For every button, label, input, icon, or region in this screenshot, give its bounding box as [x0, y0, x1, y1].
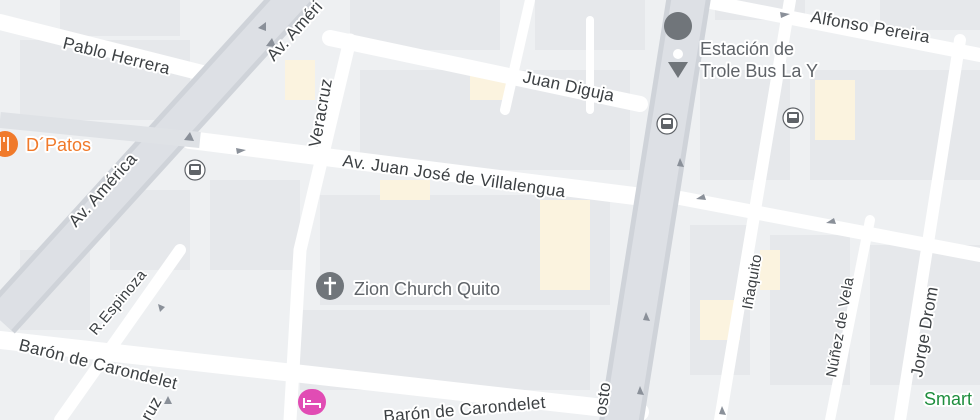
hotel-bed-icon	[298, 389, 326, 415]
poi-label-estacion-line1: Estación de	[700, 39, 794, 59]
map-canvas[interactable]: Pablo Herrera Av. Améri Av. América Vera…	[0, 0, 980, 420]
poi-label-smart[interactable]: Smart	[922, 387, 974, 411]
poi-hotel[interactable]	[298, 389, 326, 415]
place-pin-icon	[664, 12, 693, 40]
poi-label-zion: Zion Church Quito	[354, 279, 500, 299]
poi-dpatos[interactable]: D´Patos	[0, 131, 93, 157]
poi-label-estacion-line2: Trole Bus La Y	[700, 61, 818, 81]
bus-stop-icon[interactable]	[184, 159, 206, 181]
poi-label-dpatos: D´Patos	[26, 135, 91, 155]
map-svg[interactable]: Pablo Herrera Av. Améri Av. América Vera…	[0, 0, 980, 420]
bus-stop-icon[interactable]	[782, 107, 804, 129]
bus-stop-icon[interactable]	[656, 113, 678, 135]
